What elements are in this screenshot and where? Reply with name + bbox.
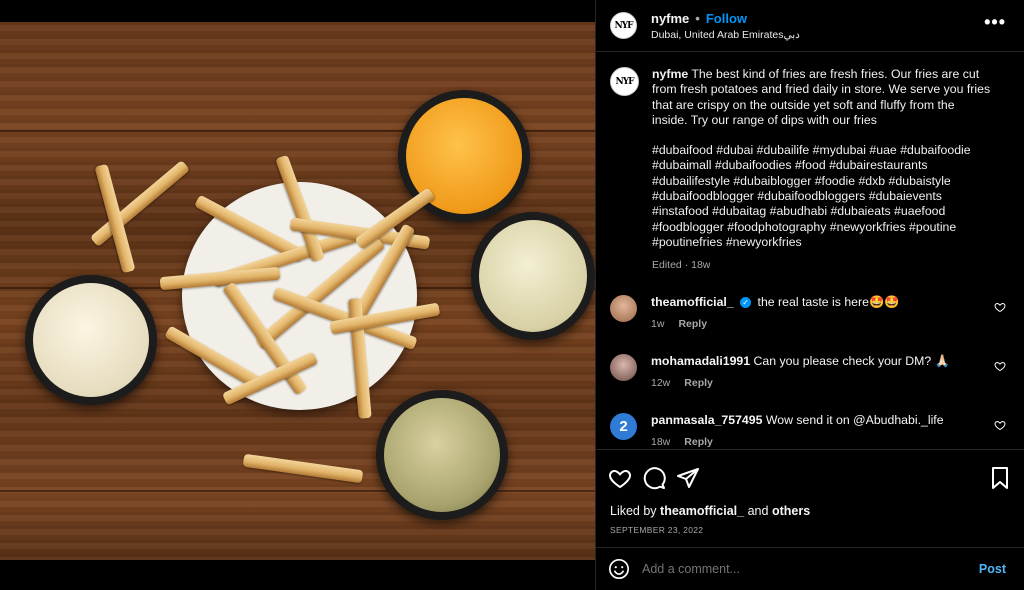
comment-input[interactable]	[642, 562, 979, 576]
comment-item: theamofficial_ ✓ the real taste is here🤩…	[596, 294, 1024, 332]
commenter-avatar[interactable]: 2	[610, 412, 637, 440]
post-actions: Liked by theamofficial_ and others SEPTE…	[596, 449, 1024, 547]
comment-username[interactable]: theamofficial_	[651, 295, 734, 309]
author-avatar[interactable]: NYF	[610, 12, 637, 39]
share-send-icon[interactable]	[676, 466, 700, 490]
reply-button[interactable]: Reply	[684, 435, 713, 449]
commenter-avatar[interactable]	[610, 353, 637, 381]
author-username[interactable]: nyfme	[651, 11, 689, 26]
commenter-avatar[interactable]	[610, 294, 637, 322]
dip-cup-white	[25, 275, 157, 405]
post-image[interactable]	[0, 0, 595, 590]
post-comment-button[interactable]: Post	[979, 562, 1006, 576]
comment-username[interactable]: panmasala_757495	[651, 413, 762, 427]
location-link[interactable]: Dubai, United Arab Emiratesدبي	[651, 29, 800, 41]
likes-summary[interactable]: Liked by theamofficial_ and others	[596, 494, 1024, 518]
caption-hashtags[interactable]: #dubaifood #dubai #dubailife #mydubai #u…	[652, 143, 992, 250]
likes-user[interactable]: theamofficial_	[660, 504, 744, 518]
more-options-icon[interactable]: •••	[984, 12, 1006, 33]
caption-text: The best kind of fries are fresh fries. …	[652, 67, 991, 127]
add-comment-bar: Post	[596, 547, 1024, 590]
comment-time[interactable]: 12w	[651, 376, 670, 391]
comment-time[interactable]: 18w	[651, 435, 670, 449]
dip-cup-cream	[471, 212, 595, 340]
likes-and: and	[747, 504, 769, 518]
post-date[interactable]: SEPTEMBER 23, 2022	[596, 518, 1024, 535]
comments-scroll[interactable]: NYF nyfme The best kind of fries are fre…	[596, 53, 1024, 449]
comment-item: mohamadali1991 Can you please check your…	[596, 353, 1024, 391]
comment-item: 2 panmasala_757495 Wow send it on @Abudh…	[596, 412, 1024, 449]
bookmark-icon[interactable]	[988, 466, 1012, 490]
post-header: NYF nyfme • Follow Dubai, United Arab Em…	[596, 0, 1024, 52]
comment-text: the real taste is here🤩🤩	[757, 294, 900, 309]
wooden-board	[0, 22, 595, 560]
likes-others[interactable]: others	[772, 504, 810, 518]
comment-bubble-icon[interactable]	[642, 466, 666, 490]
comment-text: Wow send it on @Abudhabi._life	[765, 412, 944, 427]
dip-cup-herb	[376, 390, 508, 520]
like-comment-heart-icon[interactable]	[994, 419, 1006, 431]
like-heart-icon[interactable]	[608, 466, 632, 490]
comment-time[interactable]: 1w	[651, 317, 664, 332]
comment-username[interactable]: mohamadali1991	[651, 354, 750, 368]
separator-dot: •	[695, 10, 700, 26]
emoji-icon[interactable]	[608, 558, 630, 580]
reply-button[interactable]: Reply	[684, 376, 713, 391]
reply-button[interactable]: Reply	[678, 317, 707, 332]
caption: NYF nyfme The best kind of fries are fre…	[596, 53, 1024, 274]
post-details-panel: NYF nyfme • Follow Dubai, United Arab Em…	[595, 0, 1024, 590]
like-comment-heart-icon[interactable]	[994, 301, 1006, 313]
caption-avatar[interactable]: NYF	[610, 67, 639, 96]
caption-username[interactable]: nyfme	[652, 67, 688, 81]
likes-prefix: Liked by	[610, 504, 657, 518]
follow-button[interactable]: Follow	[706, 11, 747, 26]
verified-badge-icon: ✓	[740, 296, 752, 308]
like-comment-heart-icon[interactable]	[994, 360, 1006, 372]
comment-text: Can you please check your DM? 🙏🏻	[753, 353, 950, 368]
caption-edited: Edited · 18w	[652, 259, 711, 272]
